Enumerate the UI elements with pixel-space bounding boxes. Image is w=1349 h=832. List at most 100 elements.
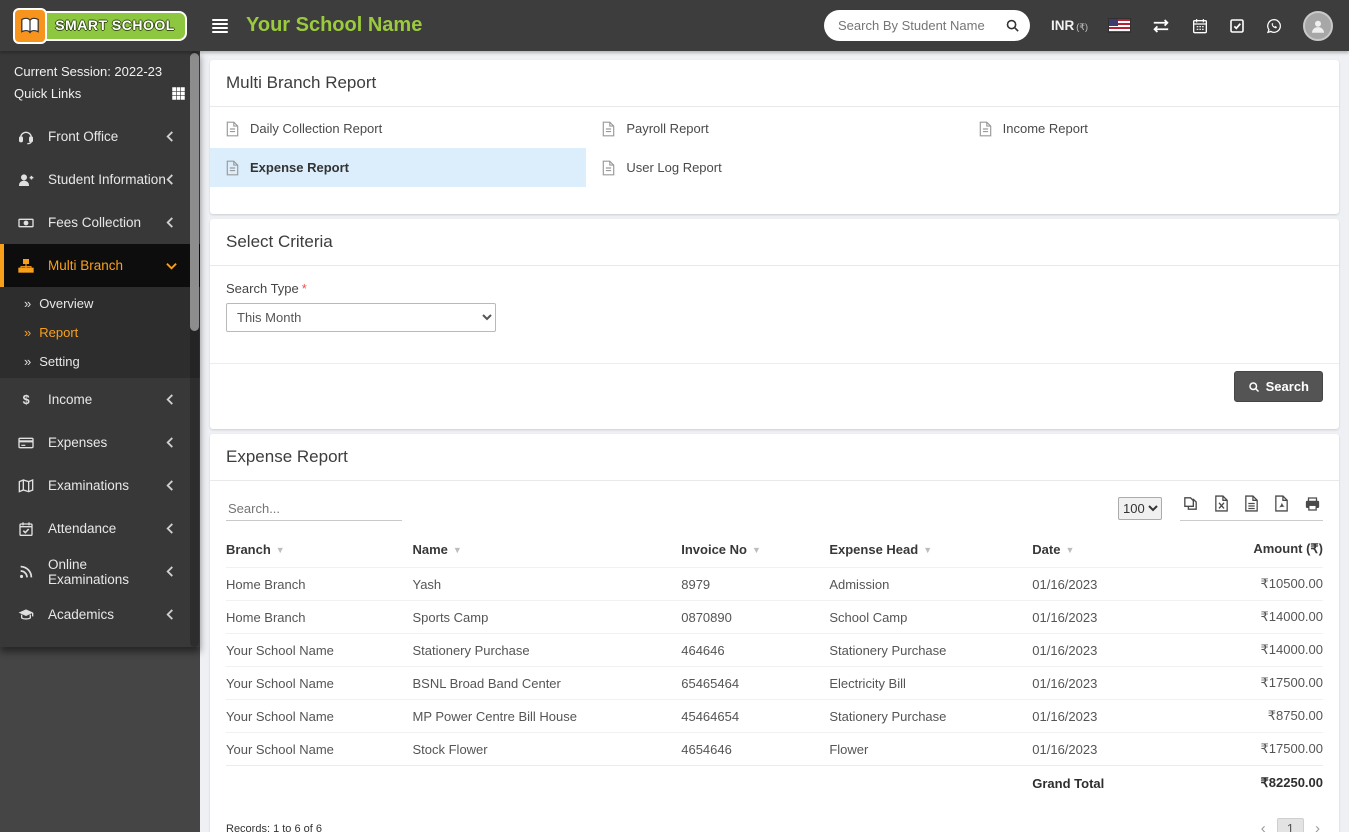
sidebar-subitem-setting[interactable]: » Setting [0, 347, 200, 376]
chevron-left-icon [166, 480, 188, 491]
file-text-icon [602, 121, 615, 137]
search-type-label: Search Type * [226, 281, 307, 296]
expense-report-table: Branch ▼ Name ▼ Invoice No ▼ Expense Head ▼ Date… [226, 535, 1323, 802]
file-text-icon [226, 121, 239, 137]
table-row: Your School Name Stock Flower 4654646 Flowe… [226, 732, 1323, 766]
table-search-input[interactable] [226, 497, 402, 521]
avatar[interactable] [1303, 10, 1333, 41]
table-cell: ₹14000.00 [1169, 600, 1323, 634]
table-row: Your School Name BSNL Broad Band Center 65… [226, 666, 1323, 700]
money-icon [18, 215, 40, 231]
report-link-label: Daily Collection Report [250, 121, 383, 136]
quick-links[interactable]: Quick Links [14, 82, 186, 107]
column-header-branch[interactable]: Branch ▼ [226, 535, 412, 568]
excel-icon[interactable] [1214, 495, 1229, 512]
language-flag-icon[interactable] [1109, 19, 1130, 32]
hamburger-icon[interactable] [212, 18, 228, 33]
sidebar-item-fees-collection[interactable]: Fees Collection [0, 201, 200, 244]
report-link-daily-collection-report[interactable]: Daily Collection Report [210, 109, 586, 148]
sidebar-item-label: Academics [48, 607, 115, 622]
required-marker: * [301, 281, 307, 296]
pagination-next[interactable]: › [1312, 820, 1323, 832]
column-header-name[interactable]: Name ▼ [412, 535, 681, 568]
print-icon[interactable] [1304, 496, 1321, 512]
table-cell: ₹10500.00 [1169, 567, 1323, 601]
sidebar-item-label: Income [48, 392, 93, 407]
sidebar-item-multi-branch[interactable]: Multi Branch [0, 244, 200, 287]
sidebar-item-label: Online Examinations [48, 556, 130, 587]
table-cell: Your School Name [226, 633, 413, 667]
multi-branch-report-card: Multi Branch Report Daily Collection Rep… [210, 60, 1339, 214]
sidebar-item-examinations[interactable]: Examinations [0, 464, 200, 507]
grid-icon[interactable] [171, 86, 186, 101]
search-button[interactable]: Search [1233, 371, 1323, 402]
student-search-input[interactable] [828, 18, 1006, 33]
column-header-expense-head[interactable]: Expense Head ▼ [829, 535, 1032, 568]
pdf-icon[interactable] [1274, 495, 1289, 512]
angle-double-right-icon: » [24, 296, 32, 311]
csv-icon[interactable] [1244, 495, 1259, 512]
app-logo[interactable]: SMART SCHOOL [13, 7, 187, 44]
column-header-date[interactable]: Date ▼ [1032, 535, 1169, 568]
search-type-select[interactable]: This Month [226, 303, 496, 332]
sidebar-item-lesson-plan[interactable]: Lesson Plan [0, 636, 200, 647]
column-header-amount-[interactable]: Amount (₹) [1169, 535, 1323, 568]
sidebar-item-academics[interactable]: Academics [0, 593, 200, 636]
sidebar-subitem-report[interactable]: » Report [0, 318, 200, 347]
table-cell: 01/16/2023 [1032, 699, 1170, 733]
table-cell: Stationery Purchase [412, 633, 682, 667]
records-summary: Records: 1 to 6 of 6 [226, 822, 322, 832]
report-link-user-log-report[interactable]: User Log Report [586, 148, 962, 187]
sidebar-item-expenses[interactable]: Expenses [0, 421, 200, 464]
swap-icon[interactable] [1151, 18, 1171, 34]
table-cell: Electricity Bill [829, 666, 1033, 700]
pagination-page-1[interactable]: 1 [1276, 818, 1304, 832]
student-search-box [824, 10, 1031, 41]
credit-card-icon [18, 435, 40, 451]
chevron-left-icon [166, 566, 188, 577]
currency-selector[interactable]: INR (₹) [1051, 18, 1088, 33]
copy-icon[interactable] [1182, 495, 1199, 512]
sort-arrow-icon: ▼ [923, 544, 933, 555]
chevron-left-icon [166, 523, 188, 534]
school-name-title: Your School Name [246, 14, 423, 36]
task-check-icon[interactable] [1229, 18, 1245, 34]
table-cell: Sports Camp [412, 600, 682, 634]
report-link-expense-report[interactable]: Expense Report [210, 148, 587, 187]
sidebar-scrollbar-thumb[interactable] [190, 53, 199, 331]
whatsapp-icon[interactable] [1266, 18, 1282, 34]
sort-arrow-icon: ▼ [452, 544, 462, 555]
chevron-left-icon [166, 394, 188, 405]
table-cell: 01/16/2023 [1032, 732, 1170, 766]
top-navbar: SMART SCHOOL Your School Name INR(₹) [0, 0, 1349, 51]
report-link-label: Expense Report [250, 160, 349, 175]
sidebar-item-student-information[interactable]: Student Information [0, 158, 200, 201]
dollar-icon: $ [18, 392, 40, 408]
calendar-icon[interactable] [1192, 18, 1208, 34]
table-cell: ₹8750.00 [1169, 699, 1323, 733]
table-cell: 8979 [681, 567, 830, 601]
table-row: Home Branch Sports Camp 0870890 School Camp… [226, 600, 1323, 634]
sidebar-subitem-label: Overview [39, 296, 94, 311]
report-link-payroll-report[interactable]: Payroll Report [586, 109, 962, 148]
table-cell: Admission [829, 567, 1033, 601]
sidebar-item-label: Fees Collection [48, 215, 142, 230]
grand-total-row: Grand Total ₹82250.00 [226, 765, 1323, 802]
sidebar-item-attendance[interactable]: Attendance [0, 507, 200, 550]
sitemap-icon [18, 258, 40, 274]
chevron-down-icon [166, 262, 188, 270]
pagination: ‹ 1 › [1258, 818, 1323, 832]
sidebar-item-front-office[interactable]: Front Office [0, 115, 200, 158]
report-link-income-report[interactable]: Income Report [963, 109, 1339, 148]
page-size-select[interactable]: 100 [1118, 496, 1162, 520]
file-text-icon [602, 160, 615, 176]
sidebar-item-income[interactable]: $ Income [0, 378, 200, 421]
pagination-prev[interactable]: ‹ [1258, 820, 1269, 832]
sidebar-subitem-overview[interactable]: » Overview [0, 289, 200, 318]
search-icon[interactable] [1005, 18, 1020, 33]
table-cell: Your School Name [226, 732, 413, 766]
sidebar-submenu: » Overview » Report » Setting [0, 287, 200, 378]
chevron-left-icon [166, 217, 188, 228]
sidebar-item-online-examinations[interactable]: Online Examinations [0, 550, 200, 593]
column-header-invoice-no[interactable]: Invoice No ▼ [681, 535, 829, 568]
